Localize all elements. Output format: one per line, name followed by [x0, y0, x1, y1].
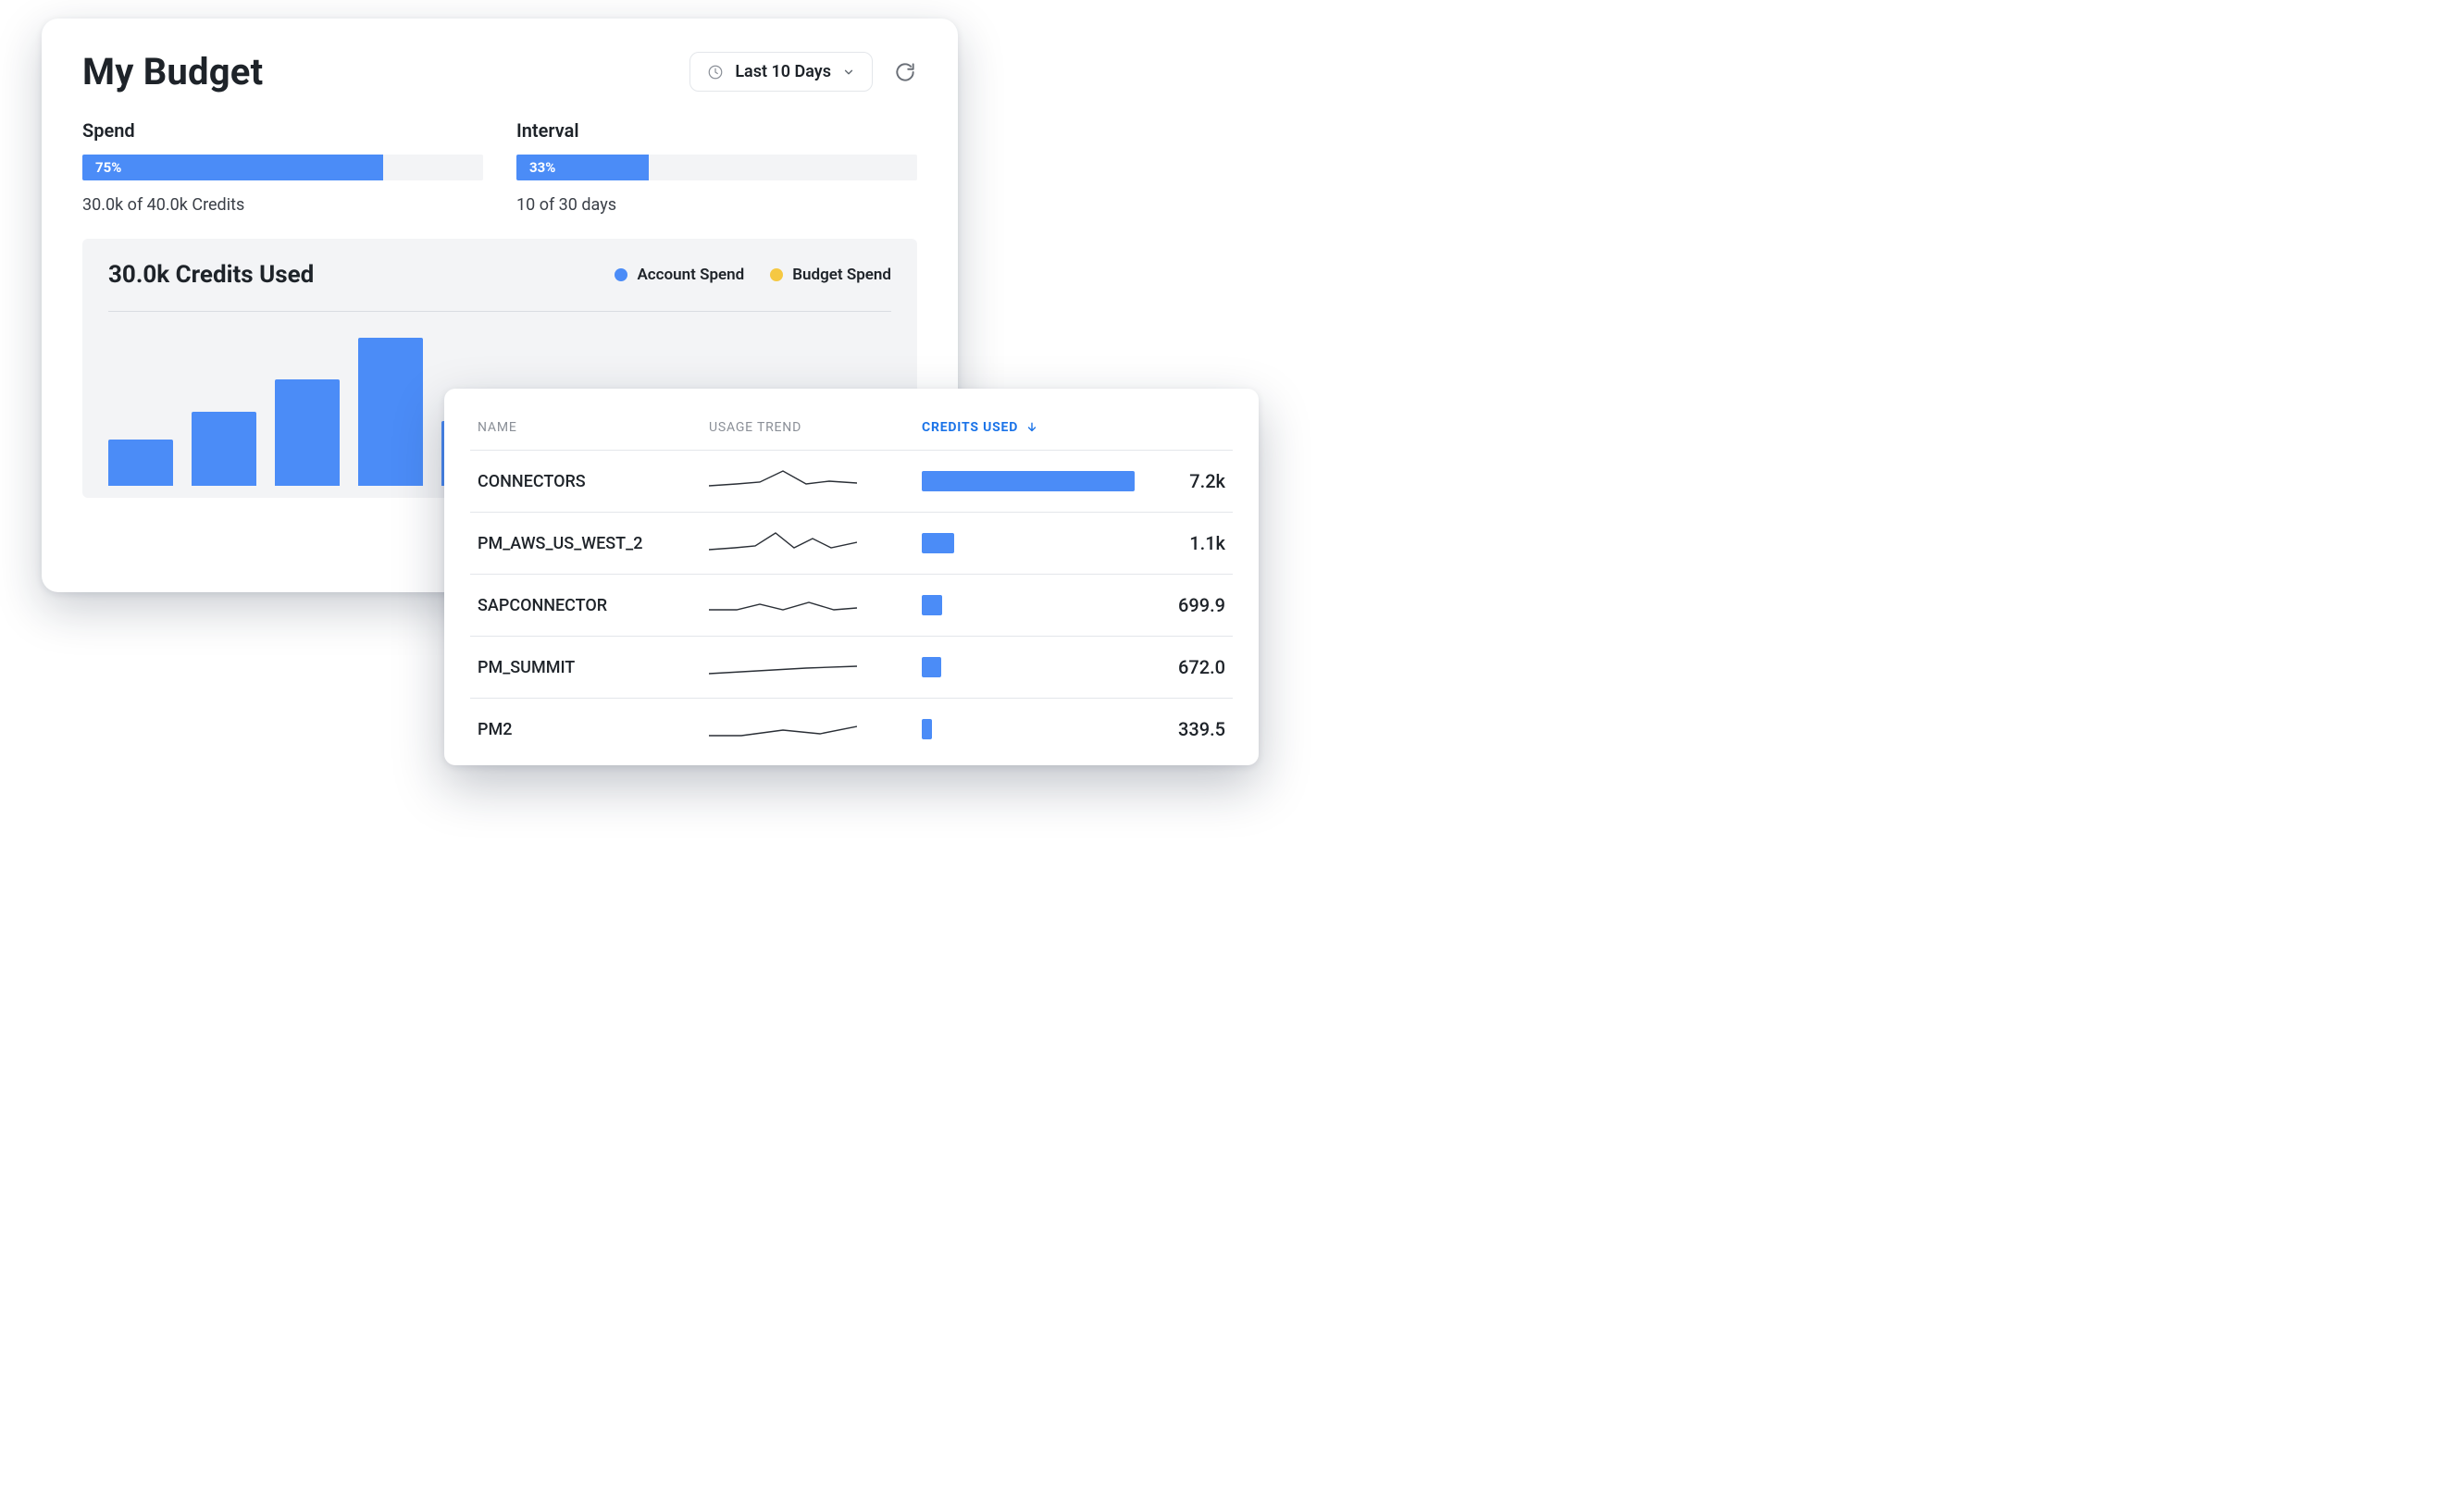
spend-caption: 30.0k of 40.0k Credits: [82, 195, 483, 215]
usage-trend-spark: [709, 589, 922, 621]
usage-trend-spark: [709, 527, 922, 559]
spend-metric: Spend 75% 30.0k of 40.0k Credits: [82, 119, 483, 215]
clock-icon: [707, 64, 724, 81]
interval-metric: Interval 33% 10 of 30 days: [516, 119, 917, 215]
spend-percent: 75%: [95, 159, 121, 176]
credits-bar: [922, 719, 932, 739]
credits-value: 339.5: [1155, 718, 1225, 740]
credits-chart-legend: Account Spend Budget Spend: [615, 266, 891, 284]
usage-trend-spark: [709, 713, 922, 745]
col-credits-used[interactable]: CREDITS USED: [922, 420, 1038, 435]
chart-bar: [192, 412, 256, 486]
interval-percent: 33%: [529, 159, 555, 176]
credits-chart-title: 30.0k Credits Used: [108, 261, 314, 289]
interval-progress: 33%: [516, 155, 917, 180]
table-row[interactable]: PM_AWS_US_WEST_2 1.1k: [470, 513, 1233, 575]
refresh-icon[interactable]: [893, 60, 917, 84]
table-row[interactable]: PM_SUMMIT 672.0: [470, 637, 1233, 699]
usage-trend-spark: [709, 465, 922, 497]
interval-caption: 10 of 30 days: [516, 195, 917, 215]
table-row[interactable]: PM2 339.5: [470, 699, 1233, 760]
chevron-down-icon: [842, 66, 855, 79]
legend-dot-yellow: [770, 268, 783, 281]
table-header: NAME USAGE TREND CREDITS USED: [470, 413, 1233, 451]
credits-value: 672.0: [1155, 656, 1225, 678]
table-row[interactable]: SAPCONNECTOR 699.9: [470, 575, 1233, 637]
legend-account-spend: Account Spend: [615, 266, 744, 284]
arrow-down-icon: [1025, 421, 1038, 434]
spend-progress: 75%: [82, 155, 483, 180]
usage-trend-spark: [709, 651, 922, 683]
spend-label: Spend: [82, 119, 483, 142]
interval-label: Interval: [516, 119, 917, 142]
date-range-label: Last 10 Days: [735, 62, 831, 81]
col-name[interactable]: NAME: [478, 420, 709, 435]
usage-table-card: NAME USAGE TREND CREDITS USED CONNECTORS…: [444, 389, 1259, 765]
page-title: My Budget: [82, 50, 263, 93]
credits-cell: 339.5: [922, 718, 1225, 740]
credits-value: 699.9: [1155, 594, 1225, 616]
date-range-button[interactable]: Last 10 Days: [689, 52, 873, 92]
credits-bar: [922, 471, 1135, 491]
chart-divider: [108, 311, 891, 312]
credits-cell: 7.2k: [922, 470, 1225, 492]
row-name: PM_AWS_US_WEST_2: [478, 534, 709, 553]
credits-cell: 1.1k: [922, 532, 1225, 554]
chart-bar: [358, 338, 423, 486]
legend-dot-blue: [615, 268, 627, 281]
credits-value: 1.1k: [1155, 532, 1225, 554]
credits-bar: [922, 533, 954, 553]
chart-bar: [108, 440, 173, 486]
row-name: CONNECTORS: [478, 472, 709, 491]
row-name: SAPCONNECTOR: [478, 596, 709, 615]
row-name: PM2: [478, 720, 709, 739]
credits-value: 7.2k: [1155, 470, 1225, 492]
credits-bar: [922, 595, 942, 615]
col-usage-trend[interactable]: USAGE TREND: [709, 420, 922, 435]
table-row[interactable]: CONNECTORS 7.2k: [470, 451, 1233, 513]
credits-cell: 672.0: [922, 656, 1225, 678]
row-name: PM_SUMMIT: [478, 658, 709, 677]
credits-cell: 699.9: [922, 594, 1225, 616]
credits-bar: [922, 657, 941, 677]
header-controls: Last 10 Days: [689, 52, 917, 92]
legend-budget-spend: Budget Spend: [770, 266, 891, 284]
chart-bar: [275, 379, 340, 486]
